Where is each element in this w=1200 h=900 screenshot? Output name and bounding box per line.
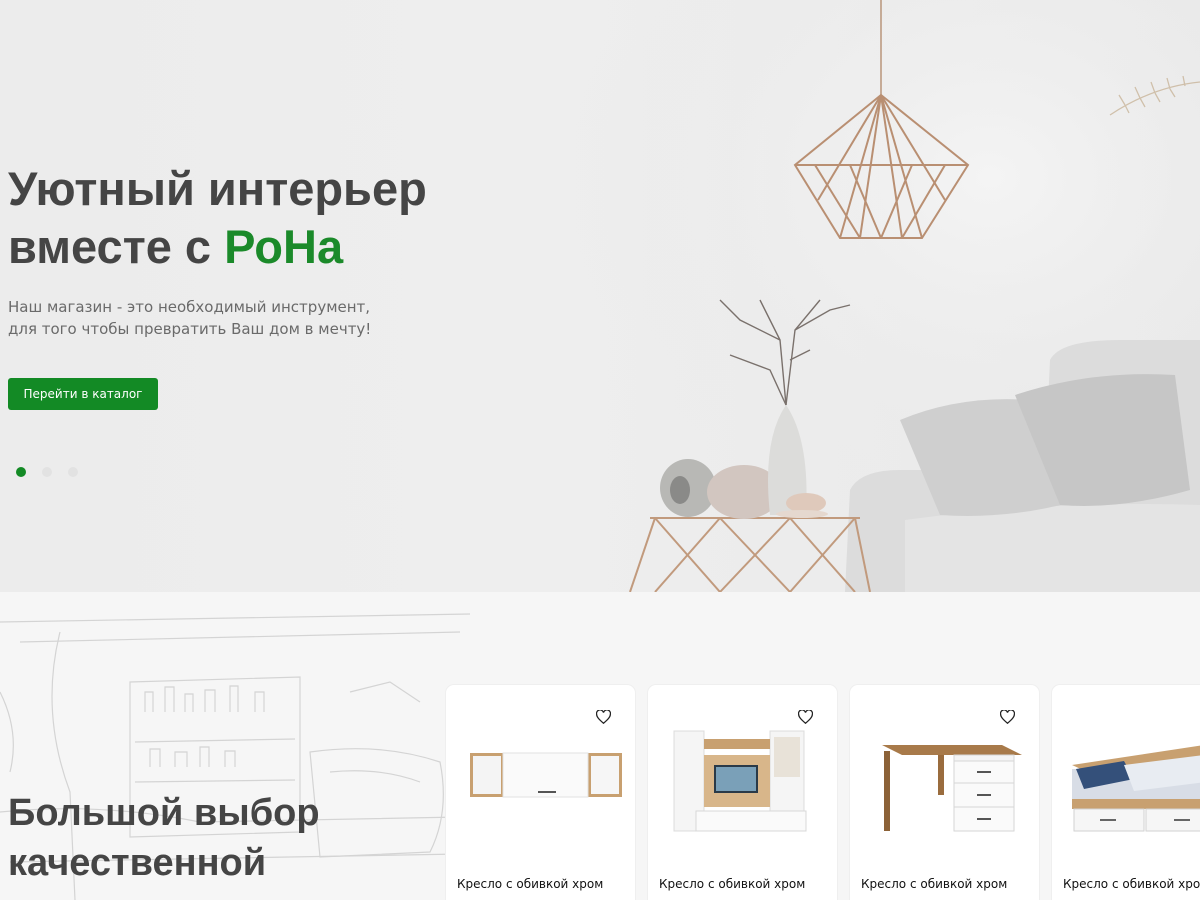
- product-name[interactable]: Кресло с обивкой хром: [861, 877, 1031, 891]
- product-image-tv-wall-unit: [673, 730, 807, 832]
- product-card[interactable]: Кресло с обивкой хром: [446, 685, 635, 900]
- slider-dot-1[interactable]: [16, 467, 26, 477]
- go-to-catalog-button[interactable]: Перейти в каталог: [8, 378, 158, 410]
- product-name[interactable]: Кресло с обивкой хром: [1063, 877, 1200, 891]
- section-title-line2: качественной: [8, 842, 267, 884]
- slider-pagination: [16, 467, 78, 477]
- hero-subtitle: Наш магазин - это необходимый инструмент…: [8, 296, 428, 340]
- product-name[interactable]: Кресло с обивкой хром: [457, 877, 627, 891]
- hero-banner: Уютный интерьер вместе с РоНа Наш магази…: [0, 0, 1200, 592]
- product-name[interactable]: Кресло с обивкой хром: [659, 877, 829, 891]
- product-showcase-section: Большой выбор качественной Кресло с обив…: [0, 592, 1200, 900]
- hero-title: Уютный интерьер вместе с РоНа: [8, 160, 427, 276]
- slider-dot-3[interactable]: [68, 467, 78, 477]
- hero-subtitle-line1: Наш магазин - это необходимый инструмент…: [8, 298, 371, 316]
- brand-name: РоНа: [224, 220, 344, 273]
- heart-icon[interactable]: [595, 709, 611, 725]
- slider-dot-2[interactable]: [42, 467, 52, 477]
- product-card[interactable]: Кресло с обивкой хром: [1052, 685, 1200, 900]
- product-carousel: Кресло с обивкой хром Кресло с обивкой х…: [446, 685, 1200, 900]
- product-card[interactable]: Кресло с обивкой хром: [850, 685, 1039, 900]
- product-card[interactable]: Кресло с обивкой хром: [648, 685, 837, 900]
- hero-title-line1: Уютный интерьер: [8, 162, 427, 215]
- product-image-bed: [1072, 745, 1200, 832]
- hero-title-line2-prefix: вместе с: [8, 220, 225, 273]
- hero-subtitle-line2: для того чтобы превратить Ваш дом в мечт…: [8, 320, 372, 338]
- section-title: Большой выбор качественной: [8, 788, 320, 888]
- section-title-line1: Большой выбор: [8, 792, 320, 834]
- product-image-wall-cabinet: [470, 752, 622, 798]
- heart-icon[interactable]: [999, 709, 1015, 725]
- product-image-desk: [882, 745, 1022, 832]
- heart-icon[interactable]: [797, 709, 813, 725]
